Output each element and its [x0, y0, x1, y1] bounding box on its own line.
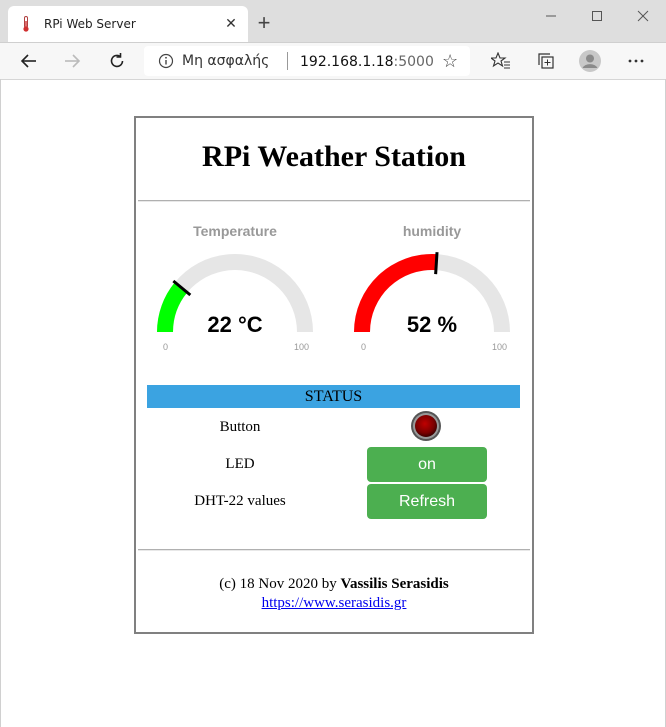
address-url[interactable]: 192.168.1.18:5000: [300, 54, 434, 70]
led-row-label: LED: [225, 456, 255, 472]
reload-icon[interactable]: [106, 50, 128, 72]
led-on-button[interactable]: on: [367, 447, 487, 482]
footer-website-link[interactable]: https://www.serasidis.gr: [262, 595, 407, 611]
divider-bottom: [138, 549, 530, 551]
temperature-gauge-title: Temperature: [193, 223, 277, 239]
humidity-gauge-title: humidity: [402, 223, 462, 239]
dht-row-label: DHT-22 values: [194, 493, 286, 509]
favorites-list-icon[interactable]: [490, 50, 512, 72]
button-row-label: Button: [219, 419, 261, 435]
address-port: :5000: [393, 54, 434, 70]
temperature-min-label: 0: [163, 342, 169, 352]
humidity-min-label: 0: [361, 342, 367, 352]
collections-icon[interactable]: [535, 50, 557, 72]
address-separator: [287, 52, 288, 70]
browser-tab[interactable]: RPi Web Server ✕: [8, 6, 248, 42]
button-state-indicator: [411, 411, 441, 441]
browser-toolbar: Μη ασφαλής 192.168.1.18:5000 ☆: [0, 43, 666, 80]
close-tab-icon[interactable]: ✕: [222, 14, 240, 32]
new-tab-button[interactable]: +: [253, 12, 275, 34]
info-icon[interactable]: [158, 53, 174, 69]
address-host: 192.168.1.18: [300, 54, 394, 70]
not-secure-label: Μη ασφαλής: [182, 53, 270, 69]
window-frame-left: [0, 79, 1, 727]
address-bar[interactable]: Μη ασφαλής 192.168.1.18:5000 ☆: [144, 46, 470, 76]
footer-copyright: (c) 18 Nov 2020 by: [219, 576, 337, 592]
status-header: STATUS: [147, 385, 520, 408]
divider-top: [138, 200, 530, 202]
humidity-value: 52 %: [406, 312, 458, 337]
back-arrow-icon[interactable]: [18, 50, 40, 72]
footer-credit: (c) 18 Nov 2020 by Vassilis Serasidis: [136, 576, 532, 593]
maximize-icon[interactable]: [574, 0, 620, 32]
weather-station-card: RPi Weather Station Temperature 22 °C 0 …: [134, 116, 534, 634]
temperature-max-label: 100: [294, 342, 310, 352]
more-options-icon[interactable]: [625, 50, 647, 72]
refresh-button[interactable]: Refresh: [367, 484, 487, 519]
footer-link-line: https://www.serasidis.gr: [136, 595, 532, 612]
minimize-icon[interactable]: [528, 0, 574, 32]
tab-title: RPi Web Server: [44, 17, 136, 31]
close-window-icon[interactable]: [620, 0, 666, 32]
forward-arrow-icon[interactable]: [61, 50, 83, 72]
browser-titlebar: RPi Web Server ✕ +: [0, 0, 666, 43]
footer-author: Vassilis Serasidis: [340, 576, 449, 592]
page-title: RPi Weather Station: [202, 140, 466, 173]
thermometer-icon: [23, 16, 29, 32]
profile-avatar-icon[interactable]: [579, 50, 601, 72]
temperature-value: 22 °C: [207, 312, 263, 337]
humidity-max-label: 100: [492, 342, 508, 352]
favorite-star-icon[interactable]: ☆: [442, 51, 458, 71]
humidity-gauge-needle: [434, 252, 439, 275]
